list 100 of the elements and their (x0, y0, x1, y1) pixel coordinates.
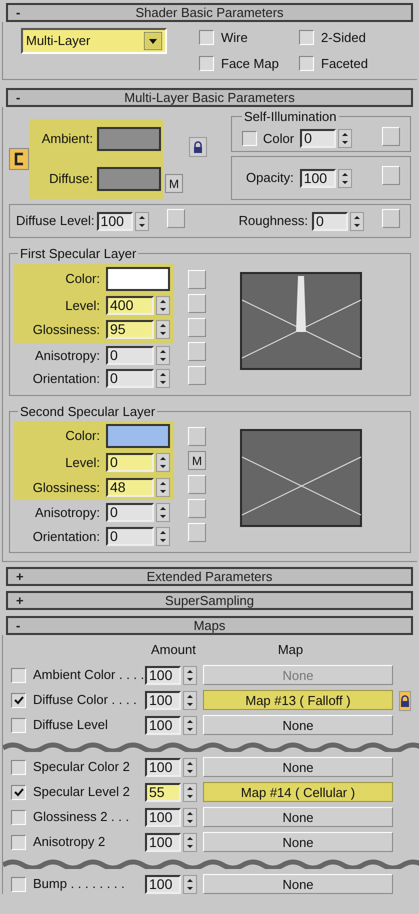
spinner-arrows-icon[interactable] (183, 782, 197, 802)
checkbox[interactable] (11, 876, 26, 892)
map-button[interactable] (166, 209, 185, 228)
map-button[interactable] (188, 366, 206, 384)
checkbox[interactable] (11, 810, 26, 824)
map-button[interactable] (382, 126, 400, 146)
number-field[interactable]: 100 (145, 808, 181, 826)
spinner-arrows-icon[interactable] (338, 168, 352, 188)
checkbox[interactable] (11, 760, 26, 774)
rollout-header[interactable]: - Maps (6, 616, 413, 635)
spinner-arrows-icon[interactable] (183, 808, 197, 826)
checkbox[interactable] (11, 668, 26, 682)
spinner-arrows-icon[interactable] (183, 832, 197, 852)
spinner-arrows-icon[interactable] (338, 128, 352, 148)
number-field[interactable]: 0 (312, 212, 348, 230)
number-field[interactable]: 100 (145, 758, 181, 776)
map-button[interactable] (188, 342, 206, 360)
number-field[interactable]: 100 (300, 168, 336, 188)
spinner-arrows-icon[interactable] (183, 874, 197, 894)
rollout-header[interactable]: - Multi-Layer Basic Parameters (6, 88, 413, 107)
number-field[interactable]: 48 (106, 478, 154, 497)
number-field[interactable]: 100 (96, 212, 133, 230)
number-field[interactable]: 0 (300, 128, 336, 148)
spinner-arrows-icon[interactable] (156, 503, 170, 522)
number-field[interactable]: 95 (106, 320, 154, 340)
checkbox[interactable] (11, 834, 26, 850)
map-button[interactable] (188, 499, 206, 518)
map-slot-button[interactable]: Map #13 ( Falloff ) (203, 690, 393, 710)
map-button[interactable]: M (188, 451, 206, 470)
number-field[interactable]: 100 (145, 690, 181, 710)
map-slot-button[interactable]: None (203, 757, 393, 777)
number-field[interactable]: 0 (106, 369, 154, 388)
spinner-arrows-icon[interactable] (350, 212, 364, 230)
checkbox[interactable] (299, 56, 314, 71)
checkbox[interactable] (199, 30, 214, 46)
number-field[interactable]: 0 (106, 503, 154, 522)
checkbox[interactable] (11, 692, 26, 708)
rollout-header[interactable]: + Extended Parameters (6, 567, 413, 586)
number-field[interactable]: 0 (106, 453, 154, 472)
map-button[interactable] (188, 475, 206, 494)
lock-button[interactable] (399, 691, 411, 711)
spinner-arrows-icon[interactable] (156, 453, 170, 472)
number-field[interactable]: 100 (145, 716, 181, 734)
map-slot-button[interactable]: Map #14 ( Cellular ) (203, 782, 393, 802)
checkbox[interactable] (242, 130, 257, 146)
lock-toggle-button[interactable] (9, 148, 29, 170)
spinner-arrows-icon[interactable] (134, 212, 149, 230)
color-swatch[interactable] (97, 127, 161, 151)
checkbox[interactable] (199, 56, 214, 71)
number-field[interactable]: 0 (106, 346, 154, 365)
map-slot-button[interactable]: None (203, 832, 393, 852)
number-field[interactable]: 100 (145, 666, 181, 684)
map-slot-button[interactable]: None (203, 874, 393, 894)
spinner-arrows-icon[interactable] (156, 296, 170, 315)
map-button[interactable] (188, 294, 206, 312)
map-button[interactable] (188, 318, 206, 336)
number-field[interactable]: 100 (145, 874, 181, 894)
number-field[interactable]: 100 (145, 832, 181, 852)
map-button[interactable] (188, 523, 206, 542)
spinner-arrows-icon[interactable] (183, 716, 197, 734)
lock-button[interactable] (189, 137, 207, 157)
number-field[interactable]: 0 (106, 526, 154, 546)
color-swatch[interactable] (106, 424, 170, 448)
rollout-header[interactable]: + SuperSampling (6, 591, 413, 610)
spinner-arrows-icon[interactable] (183, 758, 197, 776)
map-channel-label: Anisotropy 2 (33, 833, 106, 852)
spinner-arrows-icon[interactable] (156, 478, 170, 497)
parameter-label: Level: (65, 296, 100, 314)
map-button[interactable] (188, 270, 206, 288)
checkbox[interactable] (11, 784, 26, 800)
spinner-arrows-icon[interactable] (156, 526, 170, 546)
map-slot-button[interactable]: None (203, 715, 393, 735)
map-button[interactable] (382, 166, 400, 186)
map-button[interactable] (382, 209, 400, 228)
checkbox[interactable] (11, 718, 26, 732)
map-button[interactable] (188, 427, 206, 446)
spinner-arrows-icon[interactable] (156, 320, 170, 340)
rollout-toggle: - (8, 616, 32, 636)
rollout-header[interactable]: - Shader Basic Parameters (6, 3, 413, 22)
lock-icon (193, 141, 203, 153)
number-field[interactable]: 400 (106, 296, 154, 315)
checkbox[interactable] (299, 30, 314, 46)
color-swatch[interactable] (97, 167, 161, 191)
spinner-arrows-icon[interactable] (183, 690, 197, 710)
group-title: Self-Illumination (243, 108, 338, 126)
group-title: First Specular Layer (19, 245, 138, 263)
spinner-arrows-icon[interactable] (183, 666, 197, 684)
diffuse-level-label: Diffuse Level: (16, 212, 95, 230)
dropdown-arrow-icon (144, 32, 162, 50)
color-label: Color: (65, 270, 100, 288)
color-swatch[interactable] (106, 266, 170, 290)
shader-dropdown[interactable]: Multi-Layer (21, 28, 167, 54)
bracket-icon (13, 152, 25, 166)
map-slot-button[interactable]: None (203, 807, 393, 827)
number-field[interactable]: 55 (145, 782, 181, 802)
map-channel-label: Glossiness 2 . . . (33, 808, 130, 826)
map-button[interactable]: M (165, 174, 183, 193)
spinner-arrows-icon[interactable] (156, 369, 170, 388)
column-header: Map (278, 641, 304, 660)
spinner-arrows-icon[interactable] (156, 346, 170, 365)
